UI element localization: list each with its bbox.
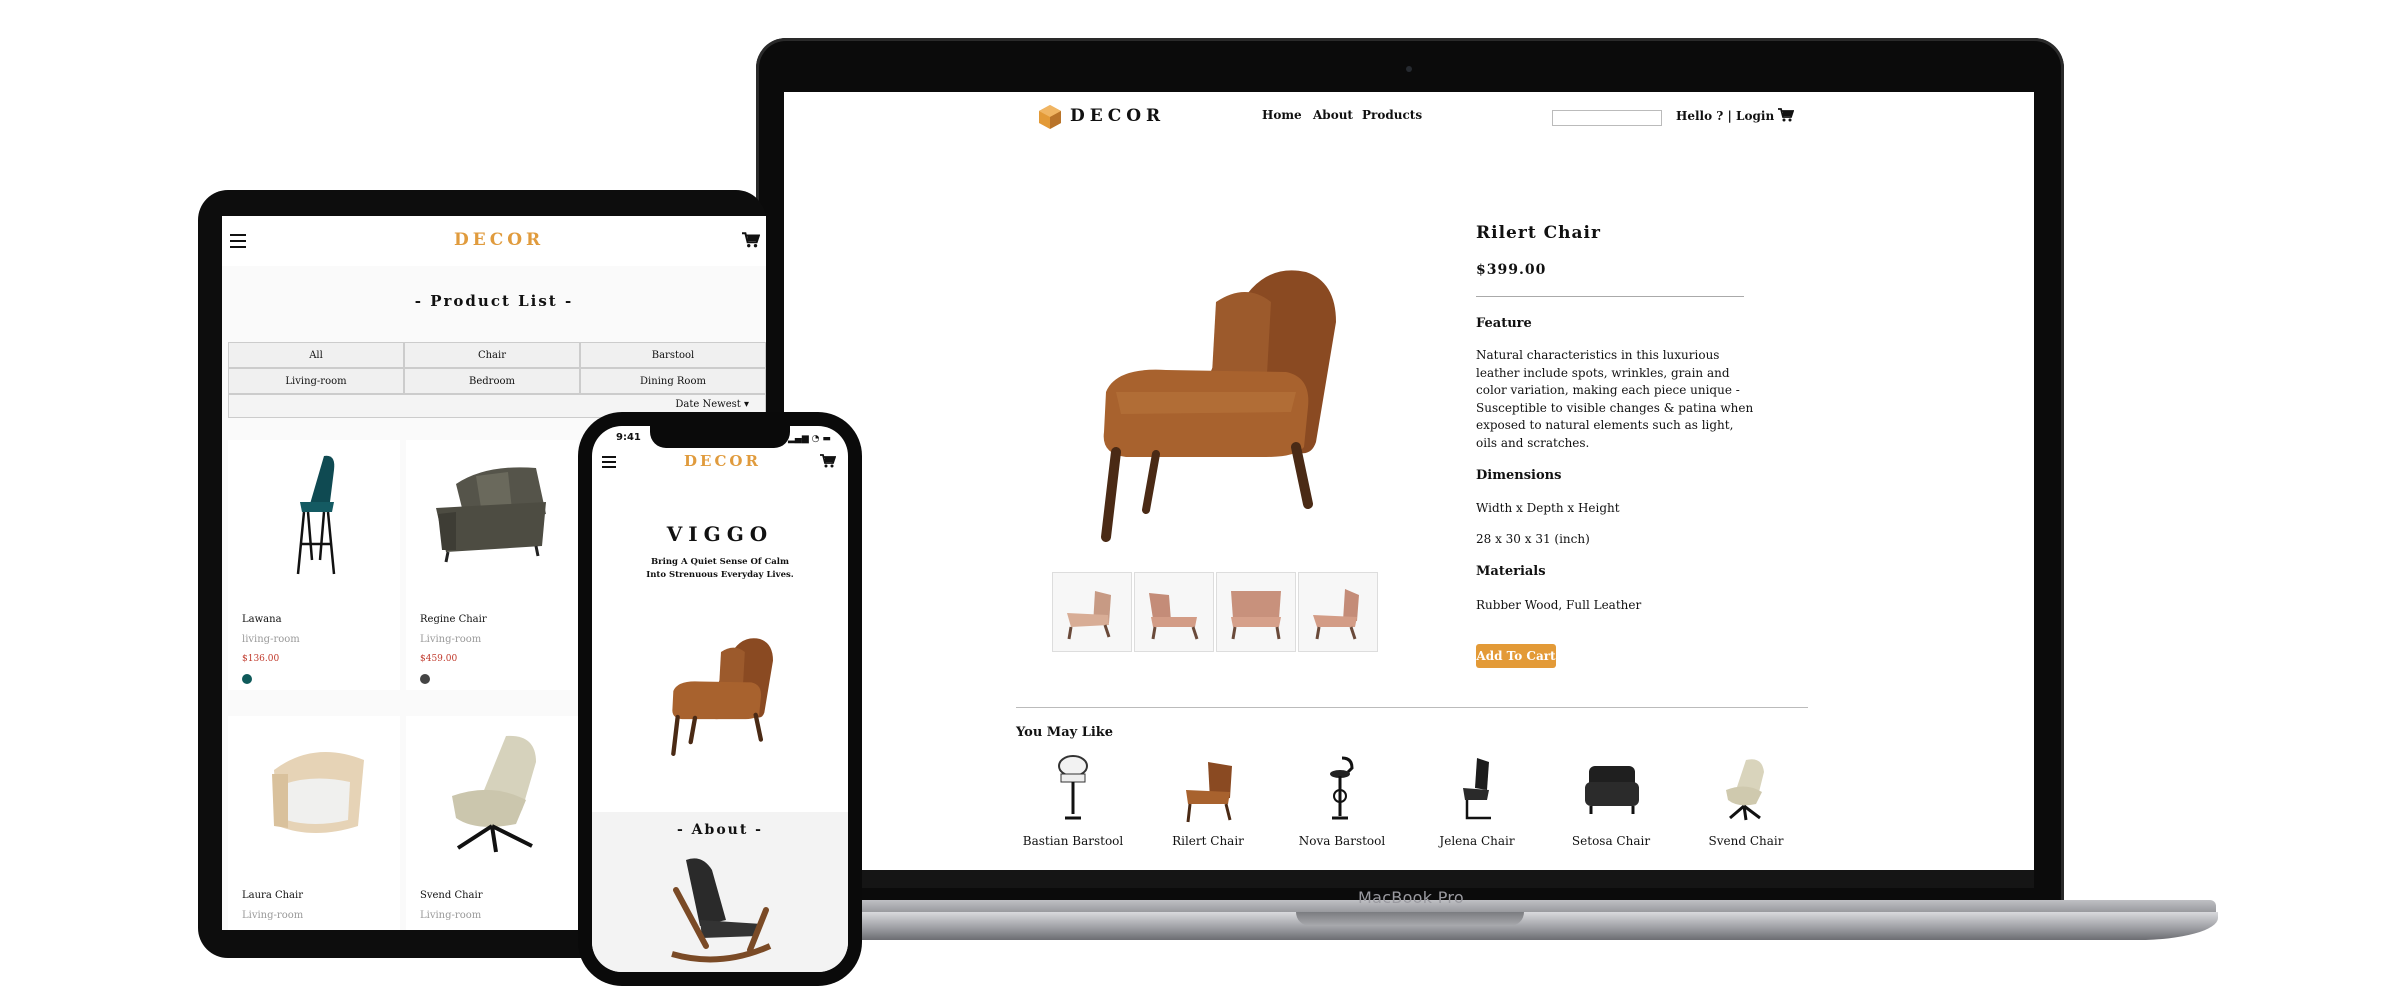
cream-lounge-chair-icon — [1726, 759, 1764, 821]
product-card[interactable]: Lawana living-room $136.00 — [228, 440, 400, 690]
product-card[interactable]: Svend Chair Living-room — [406, 716, 578, 930]
phone-logo[interactable]: DECOR — [684, 452, 761, 470]
thumbnail-1[interactable] — [1052, 572, 1132, 652]
product-price: $399.00 — [1476, 262, 1547, 278]
product-main-image — [1101, 270, 1336, 542]
color-swatch[interactable] — [242, 674, 252, 684]
dimensions-label: Width x Depth x Height — [1476, 501, 1620, 515]
hero-title: VIGGO — [666, 522, 774, 546]
product-category: Living-room — [242, 910, 304, 921]
nav-products[interactable]: Products — [1362, 108, 1422, 122]
greeting-text: Hello ? | Login — [1676, 109, 1774, 123]
recommendation-item[interactable]: Svend Chair — [1679, 752, 1813, 870]
login-link[interactable]: Login — [1736, 109, 1774, 123]
recommendation-name[interactable]: Jelena Chair — [1410, 834, 1544, 848]
camera-icon — [1406, 66, 1412, 72]
tablet-logo[interactable]: DECOR — [454, 230, 544, 250]
decor-logo-icon[interactable] — [1038, 104, 1062, 130]
filter-bedroom[interactable]: Bedroom — [404, 368, 580, 394]
thumbnail-2[interactable] — [1134, 572, 1214, 652]
cream-swivel-chair-image — [272, 752, 364, 833]
product-name[interactable]: Regine Chair — [420, 614, 487, 625]
menu-icon[interactable] — [230, 234, 246, 248]
product-category: Living-room — [420, 634, 482, 645]
filter-all[interactable]: All — [228, 342, 404, 368]
status-icons: ▂▄▆ ◔ ▬ — [788, 434, 831, 444]
dimensions-value: 28 x 30 x 31 (inch) — [1476, 532, 1590, 546]
cart-icon[interactable] — [820, 454, 836, 468]
hero-chair-image — [671, 638, 773, 756]
grey-armchair-image — [436, 467, 546, 563]
thumbnail-3[interactable] — [1216, 572, 1296, 652]
recommendation-name[interactable]: Svend Chair — [1679, 834, 1813, 848]
product-card[interactable]: Laura Chair Living-room — [228, 716, 400, 930]
product-price: $136.00 — [242, 654, 280, 664]
recommendation-item[interactable]: Setosa Chair — [1544, 752, 1678, 870]
product-name[interactable]: Laura Chair — [242, 890, 303, 901]
feature-heading: Feature — [1476, 316, 1532, 331]
product-price: $459.00 — [420, 654, 458, 664]
phone-screen: 9:41 ▂▄▆ ◔ ▬ DECOR VIGGO Bring A Quiet S… — [592, 426, 848, 972]
recommendation-name[interactable]: Nova Barstool — [1275, 834, 1409, 848]
sort-label[interactable]: Date Newest — [675, 399, 740, 410]
nav-home[interactable]: Home — [1262, 108, 1302, 122]
laptop-bezel — [784, 870, 2034, 888]
greeting-label: Hello ? | — [1676, 109, 1732, 123]
status-time: 9:41 — [616, 432, 641, 443]
about-heading: - About - — [676, 822, 763, 838]
color-swatch[interactable] — [420, 674, 430, 684]
filter-dining-room[interactable]: Dining Room — [580, 368, 766, 394]
product-list-title: - Product List - — [414, 292, 574, 310]
hero-tagline-line-2: Into Strenuous Everyday Lives. — [646, 570, 794, 580]
product-name[interactable]: Svend Chair — [420, 890, 482, 901]
recommendation-name[interactable]: Rilert Chair — [1141, 834, 1275, 848]
laptop-notch — [1296, 912, 1524, 926]
recommendation-item[interactable]: Jelena Chair — [1410, 752, 1544, 870]
thumbnail-4[interactable] — [1298, 572, 1378, 652]
dimensions-heading: Dimensions — [1476, 468, 1562, 483]
cart-icon[interactable] — [1778, 108, 1794, 122]
filter-chair[interactable]: Chair — [404, 342, 580, 368]
cream-lounge-chair-image — [452, 735, 536, 853]
laptop-model-label: MacBook Pro — [1358, 888, 1464, 907]
recommendation-item[interactable]: Bastian Barstool — [1006, 752, 1140, 870]
recommendation-item[interactable]: Rilert Chair — [1141, 752, 1275, 870]
white-barstool-icon — [1058, 755, 1088, 820]
nav-about[interactable]: About — [1313, 108, 1353, 122]
you-may-like-heading: You May Like — [1016, 725, 1114, 740]
product-card[interactable]: Regine Chair Living-room $459.00 — [406, 440, 578, 690]
add-to-cart-button[interactable]: Add To Cart — [1476, 644, 1556, 668]
materials-value: Rubber Wood, Full Leather — [1476, 598, 1642, 612]
black-cantilever-chair-icon — [1463, 758, 1491, 820]
divider — [1476, 296, 1744, 297]
teal-barstool-image — [296, 455, 336, 575]
black-barstool-icon — [1330, 756, 1354, 820]
black-club-chair-icon — [1585, 766, 1639, 814]
hero-tagline: Bring A Quiet Sense Of Calm Into Strenuo… — [592, 556, 848, 582]
product-title: Rilert Chair — [1476, 223, 1601, 243]
materials-heading: Materials — [1476, 564, 1546, 579]
feature-text: Natural characteristics in this luxuriou… — [1476, 348, 1754, 450]
menu-icon[interactable] — [602, 456, 616, 468]
search-input[interactable] — [1552, 110, 1662, 126]
product-category: living-room — [242, 634, 300, 645]
site-logo-text[interactable]: DECOR — [1070, 106, 1165, 126]
filter-living-room[interactable]: Living-room — [228, 368, 404, 394]
laptop-screen: DECOR Home About Products Hello ? | Logi… — [784, 92, 2034, 870]
phone-notch — [650, 424, 790, 448]
product-category: Living-room — [420, 910, 482, 921]
hero-tagline-line-1: Bring A Quiet Sense Of Calm — [650, 557, 790, 567]
section-divider — [1016, 707, 1808, 708]
recommendation-name[interactable]: Bastian Barstool — [1006, 834, 1140, 848]
product-name[interactable]: Lawana — [242, 614, 282, 625]
filter-barstool[interactable]: Barstool — [580, 342, 766, 368]
recommendation-name[interactable]: Setosa Chair — [1544, 834, 1678, 848]
recommendation-item[interactable]: Nova Barstool — [1275, 752, 1409, 870]
rocking-chair-image — [671, 858, 772, 963]
cart-icon[interactable] — [742, 232, 760, 248]
brown-leather-chair-icon — [1186, 762, 1232, 823]
